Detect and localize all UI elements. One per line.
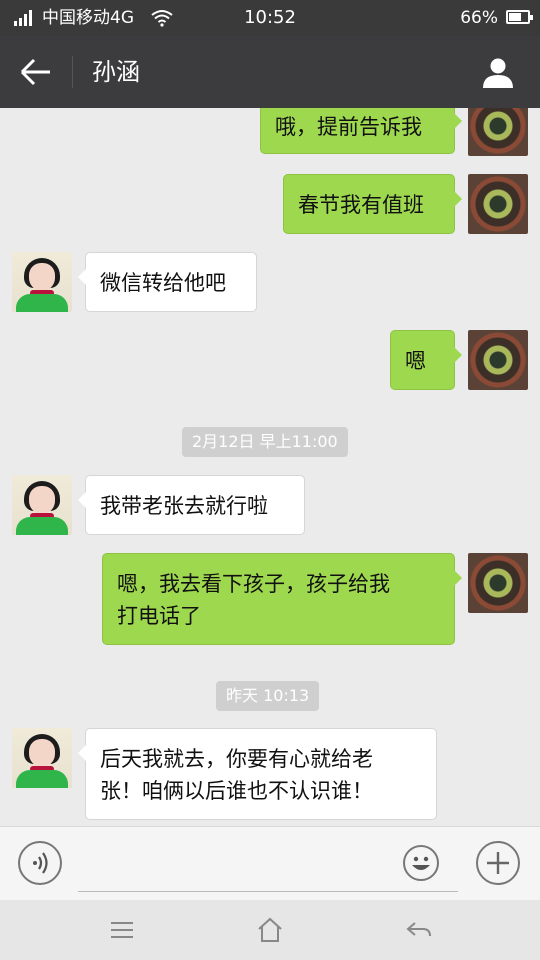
message-text: 哦，提前告诉我 <box>275 115 422 139</box>
message-bubble-outgoing[interactable]: 春节我有值班 <box>283 174 462 234</box>
system-nav-bar <box>0 900 540 960</box>
message-bubble-outgoing[interactable]: 嗯，我去看下孩子，孩子给我 打电话了 <box>102 553 462 645</box>
message-bubble-incoming[interactable]: 微信转给他吧 <box>78 252 257 312</box>
battery-fill <box>509 13 521 21</box>
emoji-icon[interactable] <box>403 845 439 881</box>
message-text-line: 后天我就去，你要有心就给老 <box>100 747 373 771</box>
input-bar <box>0 826 540 901</box>
message-text: 春节我有值班 <box>298 193 424 217</box>
timestamp: 2月12日 早上11:00 <box>182 427 348 457</box>
contact-avatar[interactable] <box>12 728 72 788</box>
battery-percent: 66% <box>460 8 498 28</box>
menu-icon[interactable] <box>108 916 136 944</box>
message-bubble-incoming[interactable]: 我带老张去就行啦 <box>78 475 305 535</box>
back-icon[interactable] <box>405 916 433 944</box>
message-text: 我带老张去就行啦 <box>100 494 268 518</box>
message-input[interactable] <box>78 835 458 892</box>
contact-avatar[interactable] <box>12 252 72 312</box>
chat-title-bar: 孙涵 <box>0 36 540 108</box>
message-text: 嗯 <box>405 349 426 373</box>
message-bubble-outgoing[interactable]: 嗯 <box>390 330 462 390</box>
my-avatar[interactable] <box>468 330 528 390</box>
voice-icon[interactable] <box>18 841 62 885</box>
clock: 10:52 <box>244 7 296 28</box>
chat-title: 孙涵 <box>92 58 140 86</box>
message-bubble-incoming[interactable]: 后天我就去，你要有心就给老 张！咱俩以后谁也不认识谁！ <box>78 728 437 820</box>
title-divider <box>72 56 73 88</box>
my-avatar[interactable] <box>468 108 528 156</box>
message-bubble-outgoing[interactable]: 哦，提前告诉我 <box>260 108 462 154</box>
status-bar: 中国移动4G 10:52 66% <box>0 0 540 36</box>
my-avatar[interactable] <box>468 553 528 613</box>
back-arrow-icon[interactable] <box>20 58 52 86</box>
message-text-line: 嗯，我去看下孩子，孩子给我 <box>117 572 390 596</box>
message-text: 微信转给他吧 <box>100 271 226 295</box>
timestamp: 昨天 10:13 <box>216 681 320 711</box>
message-text-line: 张！咱俩以后谁也不认识谁！ <box>100 779 373 803</box>
message-list[interactable]: 哦，提前告诉我 春节我有值班 微信转给他吧 嗯 2月12日 早上11:00 我带… <box>0 108 540 826</box>
message-text-line: 打电话了 <box>117 604 201 628</box>
contact-avatar[interactable] <box>12 475 72 535</box>
my-avatar[interactable] <box>468 174 528 234</box>
home-icon[interactable] <box>256 916 284 944</box>
battery-icon <box>506 10 533 24</box>
profile-icon[interactable] <box>482 56 514 88</box>
plus-icon[interactable] <box>476 841 520 885</box>
